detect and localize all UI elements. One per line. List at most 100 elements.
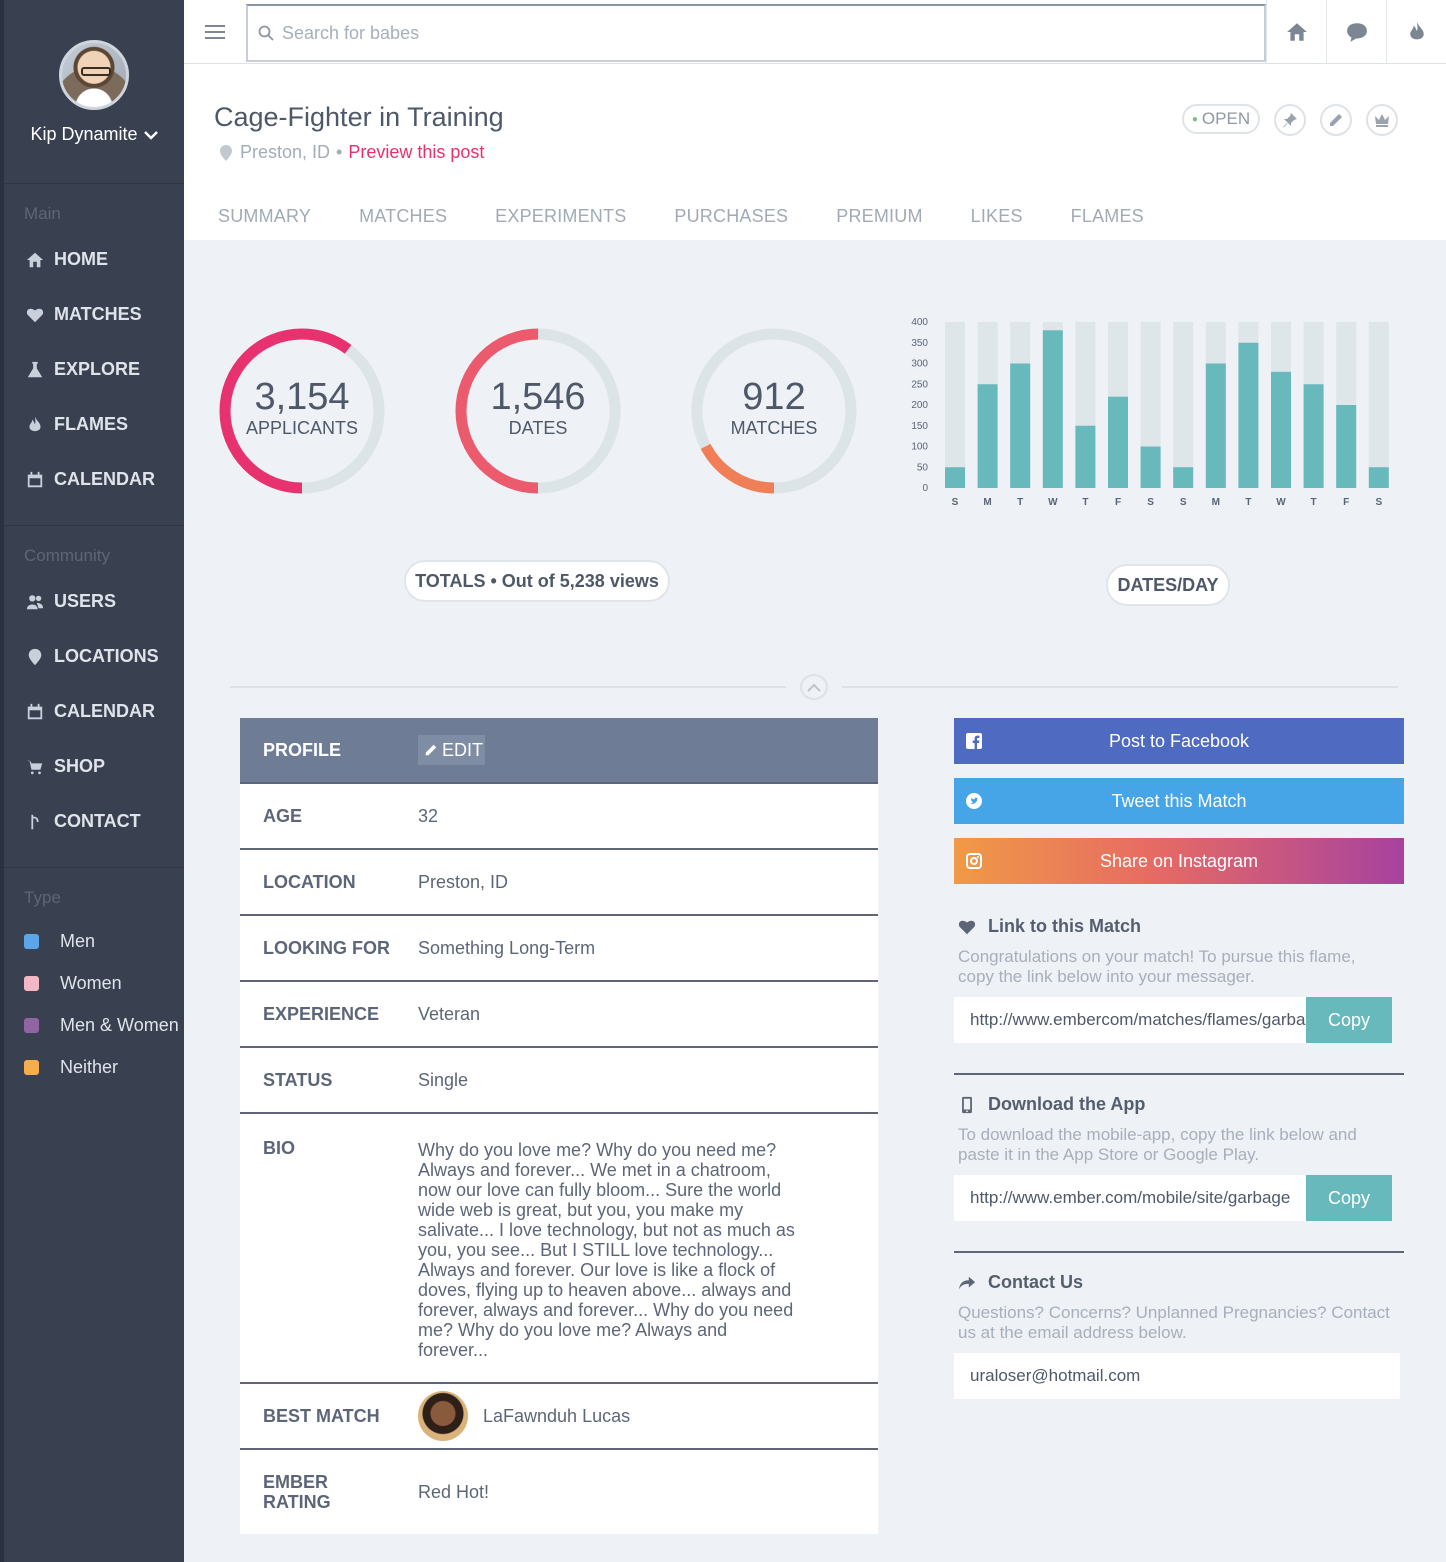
bar[interactable]: [1205, 363, 1226, 489]
tab-summary[interactable]: SUMMARY: [218, 206, 311, 227]
bar[interactable]: [1173, 467, 1194, 488]
best-match-link[interactable]: LaFawnduh Lucas: [418, 1391, 878, 1441]
share-instagram-button[interactable]: Share on Instagram: [954, 838, 1404, 884]
profile-row-looking-for: LOOKING FOR Something Long-Term: [240, 916, 878, 982]
pencil-icon: [1330, 114, 1342, 126]
flames-button[interactable]: [1386, 0, 1446, 64]
nav-item-explore[interactable]: EXPLORE: [4, 342, 184, 397]
bar[interactable]: [1271, 371, 1291, 488]
bar[interactable]: [1336, 405, 1357, 488]
hamburger-menu-button[interactable]: [184, 0, 246, 64]
bar-track: [1173, 322, 1194, 488]
tab-experiments[interactable]: EXPERIMENTS: [495, 206, 626, 227]
nav-item-home[interactable]: HOME: [4, 232, 184, 287]
type-item-women[interactable]: Women: [4, 962, 184, 1004]
collapse-button[interactable]: [800, 674, 828, 700]
subtitle-separator: •: [336, 142, 343, 162]
nav-item-matches[interactable]: MATCHES: [4, 287, 184, 342]
nav-item-contact[interactable]: CONTACT: [4, 794, 184, 849]
location-pin-icon: [28, 648, 42, 665]
type-item-men[interactable]: Men: [4, 920, 184, 962]
bar[interactable]: [1303, 384, 1324, 488]
home-icon: [1286, 23, 1307, 41]
page-title: Cage-Fighter in Training: [214, 102, 504, 132]
copy-match-link-button[interactable]: Copy: [1306, 997, 1392, 1043]
bar[interactable]: [1238, 342, 1259, 488]
cart-icon: [26, 760, 43, 774]
home-button[interactable]: [1266, 0, 1326, 64]
edit-profile-button[interactable]: EDIT: [418, 735, 486, 765]
nav-community: Community USERS LOCATIONS CALENDAR SHOP …: [4, 526, 184, 868]
tab-premium[interactable]: PREMIUM: [836, 206, 922, 227]
app-section-text: To download the mobile-app, copy the lin…: [958, 1125, 1357, 1164]
x-tick-label: S: [1147, 497, 1154, 508]
match-link-field[interactable]: http://www.embercom/matches/flames/garba…: [954, 997, 1306, 1043]
type-item-men-women[interactable]: Men & Women: [4, 1004, 184, 1046]
matches-label: MATCHES: [730, 418, 818, 438]
x-tick-label: T: [1245, 497, 1251, 508]
contact-email-field[interactable]: uraloser@hotmail.com: [954, 1353, 1400, 1399]
type-item-neither[interactable]: Neither: [4, 1046, 184, 1088]
status-badge[interactable]: ● OPEN: [1182, 104, 1260, 134]
post-to-facebook-button[interactable]: Post to Facebook: [954, 718, 1404, 764]
profile-row-bio: BIO Why do you love me? Why do you need …: [240, 1114, 878, 1384]
type-swatch: [24, 1059, 39, 1075]
bar[interactable]: [945, 467, 965, 488]
link-section-text: Congratulations on your match! To pursue…: [958, 947, 1356, 986]
bar[interactable]: [1010, 363, 1031, 489]
share-arrow-icon: [958, 1276, 976, 1289]
sidebar: Kip Dynamite Main HOME MATCHES EXPLORE F…: [0, 0, 184, 1562]
pin-button[interactable]: [1274, 104, 1306, 136]
copy-app-link-button[interactable]: Copy: [1306, 1175, 1392, 1221]
nav-item-users[interactable]: USERS: [4, 574, 184, 629]
tab-matches[interactable]: MATCHES: [359, 206, 447, 227]
profile-header-label: PROFILE: [263, 739, 342, 760]
branch-icon: [31, 814, 39, 829]
profile-row-age: AGE 32: [240, 784, 878, 850]
tab-likes[interactable]: LIKES: [971, 206, 1023, 227]
row-value: Preston, ID: [418, 871, 509, 892]
nav-item-label: CONTACT: [54, 811, 141, 831]
bar[interactable]: [1140, 446, 1161, 489]
flask-icon: [27, 361, 43, 377]
preview-post-link[interactable]: Preview this post: [348, 142, 484, 163]
bar[interactable]: [1108, 396, 1128, 488]
nav-item-locations[interactable]: LOCATIONS: [4, 629, 184, 684]
dates-label: DATES: [508, 418, 568, 438]
user-menu-toggle[interactable]: Kip Dynamite: [4, 124, 184, 145]
dates-per-day-chart: 0 50 100 150 200 250 300 350 400 S M T W T F S S M T W T F S: [911, 317, 1389, 508]
bar[interactable]: [1042, 330, 1063, 488]
user-avatar[interactable]: [59, 40, 129, 110]
row-label: BIO: [263, 1138, 296, 1158]
status-dot-icon: ●: [1191, 113, 1198, 125]
row-label: BEST MATCH: [263, 1405, 380, 1426]
download-app-section: Download the App To download the mobile-…: [954, 1094, 1404, 1221]
edit-post-button[interactable]: [1320, 104, 1352, 136]
tab-flames[interactable]: FLAMES: [1071, 206, 1144, 227]
dates-stat: 1,546 DATES: [453, 326, 623, 496]
twitter-label: Tweet this Match: [1111, 790, 1247, 811]
nav-main: Main HOME MATCHES EXPLORE FLAMES CALENDA…: [4, 184, 184, 526]
bar[interactable]: [1368, 467, 1389, 488]
app-link-field[interactable]: http://www.ember.com/mobile/site/garbage: [954, 1175, 1306, 1221]
status-badge-label: OPEN: [1201, 109, 1251, 128]
chart-caption: DATES/DAY: [1106, 564, 1230, 606]
search-placeholder: Search for babes: [282, 22, 420, 43]
bar[interactable]: [1075, 425, 1096, 488]
row-value: Something Long-Term: [418, 937, 596, 958]
nav-item-community-calendar[interactable]: CALENDAR: [4, 684, 184, 739]
premium-button[interactable]: [1366, 104, 1398, 136]
bar[interactable]: [977, 384, 998, 488]
nav-item-calendar[interactable]: CALENDAR: [4, 452, 184, 507]
tweet-match-button[interactable]: Tweet this Match: [954, 778, 1404, 824]
row-label: LOOKING FOR: [263, 937, 390, 958]
tab-purchases[interactable]: PURCHASES: [674, 206, 788, 227]
search-input[interactable]: Search for babes: [246, 4, 1266, 62]
row-value: Single: [418, 1069, 469, 1090]
x-tick-label: S: [952, 497, 959, 508]
row-value: 32: [418, 805, 439, 826]
dates-value: 1,546: [490, 376, 586, 418]
nav-item-shop[interactable]: SHOP: [4, 739, 184, 794]
messages-button[interactable]: [1326, 0, 1386, 64]
nav-item-flames[interactable]: FLAMES: [4, 397, 184, 452]
